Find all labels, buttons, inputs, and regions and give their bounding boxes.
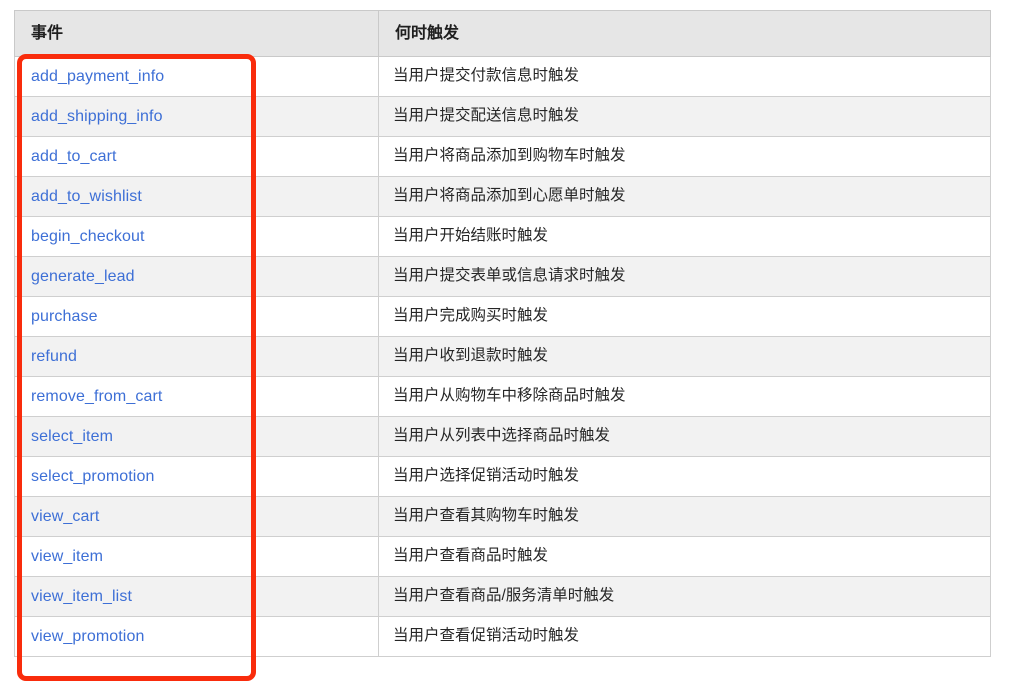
table-header: 事件 何时触发 bbox=[14, 10, 991, 57]
table-row: remove_from_cart 当用户从购物车中移除商品时触发 bbox=[14, 376, 991, 417]
event-trigger-cell: 当用户提交表单或信息请求时触发 bbox=[378, 256, 991, 297]
event-name-cell: begin_checkout bbox=[14, 216, 379, 257]
event-trigger-cell: 当用户收到退款时触发 bbox=[378, 336, 991, 377]
event-trigger-cell: 当用户从列表中选择商品时触发 bbox=[378, 416, 991, 457]
table-row: add_shipping_info 当用户提交配送信息时触发 bbox=[14, 96, 991, 137]
event-name-cell: view_promotion bbox=[14, 616, 379, 657]
event-name-cell: add_shipping_info bbox=[14, 96, 379, 137]
table-row: view_promotion 当用户查看促销活动时触发 bbox=[14, 616, 991, 657]
table-row: purchase 当用户完成购买时触发 bbox=[14, 296, 991, 337]
event-name-cell: view_cart bbox=[14, 496, 379, 537]
column-header-event: 事件 bbox=[14, 10, 379, 57]
event-link[interactable]: add_payment_info bbox=[31, 68, 164, 85]
event-trigger-cell: 当用户选择促销活动时触发 bbox=[378, 456, 991, 497]
event-name-cell: add_to_wishlist bbox=[14, 176, 379, 217]
event-name-cell: remove_from_cart bbox=[14, 376, 379, 417]
event-link[interactable]: begin_checkout bbox=[31, 228, 145, 245]
event-trigger-cell: 当用户完成购买时触发 bbox=[378, 296, 991, 337]
table-body: add_payment_info 当用户提交付款信息时触发 add_shipping… bbox=[14, 56, 991, 657]
event-name-cell: select_promotion bbox=[14, 456, 379, 497]
table-row: select_promotion 当用户选择促销活动时触发 bbox=[14, 456, 991, 497]
column-header-when: 何时触发 bbox=[378, 10, 991, 57]
event-link[interactable]: purchase bbox=[31, 308, 98, 325]
event-link[interactable]: add_to_cart bbox=[31, 148, 117, 165]
event-link[interactable]: refund bbox=[31, 348, 77, 365]
event-link[interactable]: generate_lead bbox=[31, 268, 135, 285]
events-table-wrapper: 事件 何时触发 add_payment_info 当用户提交付款信息时触发 add_… bbox=[14, 10, 991, 657]
table-row: begin_checkout 当用户开始结账时触发 bbox=[14, 216, 991, 257]
event-name-cell: add_to_cart bbox=[14, 136, 379, 177]
event-name-cell: select_item bbox=[14, 416, 379, 457]
page-root: 事件 何时触发 add_payment_info 当用户提交付款信息时触发 add_… bbox=[0, 0, 1024, 691]
event-trigger-cell: 当用户查看促销活动时触发 bbox=[378, 616, 991, 657]
event-link[interactable]: remove_from_cart bbox=[31, 388, 162, 405]
event-link[interactable]: add_to_wishlist bbox=[31, 188, 142, 205]
event-name-cell: view_item_list bbox=[14, 576, 379, 617]
event-name-cell: generate_lead bbox=[14, 256, 379, 297]
event-trigger-cell: 当用户查看商品/服务清单时触发 bbox=[378, 576, 991, 617]
table-row: view_item_list 当用户查看商品/服务清单时触发 bbox=[14, 576, 991, 617]
event-trigger-cell: 当用户将商品添加到购物车时触发 bbox=[378, 136, 991, 177]
event-link[interactable]: view_item_list bbox=[31, 588, 132, 605]
event-trigger-cell: 当用户提交配送信息时触发 bbox=[378, 96, 991, 137]
table-row: view_cart 当用户查看其购物车时触发 bbox=[14, 496, 991, 537]
event-trigger-cell: 当用户提交付款信息时触发 bbox=[378, 56, 991, 97]
event-name-cell: purchase bbox=[14, 296, 379, 337]
table-row: refund 当用户收到退款时触发 bbox=[14, 336, 991, 377]
event-name-cell: view_item bbox=[14, 536, 379, 577]
event-link[interactable]: select_item bbox=[31, 428, 113, 445]
table-row: generate_lead 当用户提交表单或信息请求时触发 bbox=[14, 256, 991, 297]
event-trigger-cell: 当用户将商品添加到心愿单时触发 bbox=[378, 176, 991, 217]
event-link[interactable]: view_cart bbox=[31, 508, 99, 525]
header-row: 事件 何时触发 bbox=[14, 10, 991, 57]
event-trigger-cell: 当用户查看其购物车时触发 bbox=[378, 496, 991, 537]
event-link[interactable]: view_item bbox=[31, 548, 103, 565]
event-link[interactable]: add_shipping_info bbox=[31, 108, 163, 125]
table-row: view_item 当用户查看商品时触发 bbox=[14, 536, 991, 577]
event-trigger-cell: 当用户开始结账时触发 bbox=[378, 216, 991, 257]
event-trigger-cell: 当用户从购物车中移除商品时触发 bbox=[378, 376, 991, 417]
event-name-cell: add_payment_info bbox=[14, 56, 379, 97]
table-row: select_item 当用户从列表中选择商品时触发 bbox=[14, 416, 991, 457]
event-trigger-cell: 当用户查看商品时触发 bbox=[378, 536, 991, 577]
event-link[interactable]: select_promotion bbox=[31, 468, 154, 485]
table-row: add_to_cart 当用户将商品添加到购物车时触发 bbox=[14, 136, 991, 177]
events-table: 事件 何时触发 add_payment_info 当用户提交付款信息时触发 add_… bbox=[14, 10, 991, 657]
table-row: add_to_wishlist 当用户将商品添加到心愿单时触发 bbox=[14, 176, 991, 217]
table-row: add_payment_info 当用户提交付款信息时触发 bbox=[14, 56, 991, 97]
event-name-cell: refund bbox=[14, 336, 379, 377]
event-link[interactable]: view_promotion bbox=[31, 628, 144, 645]
